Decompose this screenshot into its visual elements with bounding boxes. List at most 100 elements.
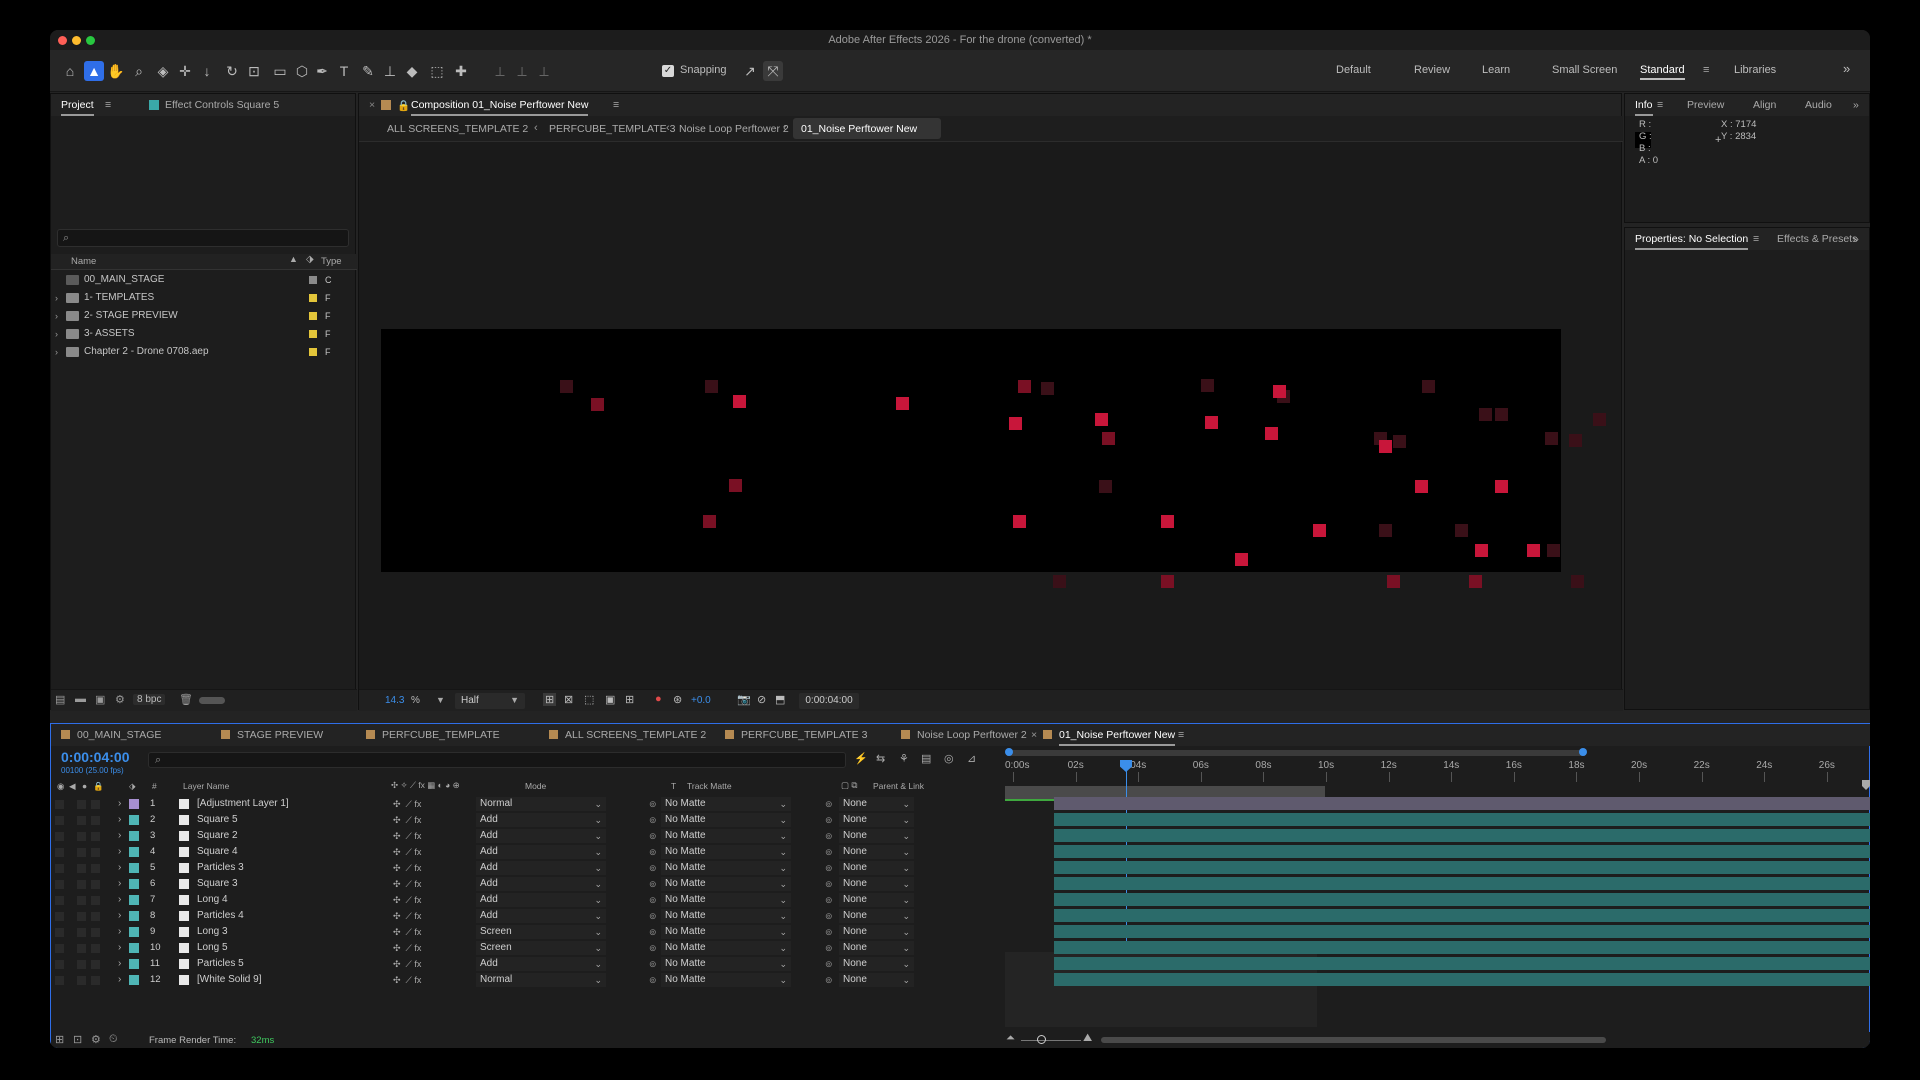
label-tag-icon[interactable]: ⬗ <box>306 254 314 265</box>
layer-duration-bar[interactable] <box>1054 797 1870 810</box>
tab-effect-controls[interactable]: Effect Controls Square 5 <box>165 99 279 111</box>
pan-camera-icon[interactable]: ✛ <box>175 61 195 81</box>
lock-toggle[interactable] <box>91 864 100 873</box>
video-toggle[interactable] <box>55 832 64 841</box>
zoom-tool-icon[interactable]: ⌕ <box>129 61 149 81</box>
expand-chevron-icon[interactable]: › <box>118 940 121 956</box>
graph-editor-icon[interactable]: ⊿ <box>967 752 976 765</box>
mode-select[interactable]: Normal ⌄ <box>476 973 606 987</box>
label-color-icon[interactable] <box>309 312 317 320</box>
zoom-in-icon[interactable]: ⛰ <box>1083 1032 1092 1045</box>
layer-switches-icon[interactable]: ✣ ⟋ fx <box>393 940 421 956</box>
lock-toggle[interactable] <box>91 880 100 889</box>
info-menu-icon[interactable]: ≡ <box>1657 99 1663 111</box>
panel-menu-icon[interactable]: ≡ <box>105 99 111 111</box>
tab-project[interactable]: Project <box>61 99 94 116</box>
label-color-icon[interactable] <box>129 799 139 809</box>
expand-chevron-icon[interactable]: › <box>118 892 121 908</box>
comp-end-marker[interactable] <box>1862 780 1870 790</box>
selection-tool-icon[interactable]: ▲ <box>84 61 104 81</box>
matte-link-icon[interactable]: ⊚ <box>649 876 657 892</box>
solo-icon[interactable]: ● <box>82 781 87 791</box>
video-toggle[interactable] <box>55 928 64 937</box>
parent-select[interactable]: None ⌄ <box>839 893 914 907</box>
mode-select[interactable]: Add ⌄ <box>476 909 606 923</box>
workspace-small-screen[interactable]: Small Screen <box>1552 64 1617 76</box>
workspace-default[interactable]: Default <box>1336 64 1371 76</box>
matte-link-icon[interactable]: ⊚ <box>649 972 657 988</box>
layer-switches-toggle-icon[interactable]: ⊞ <box>55 1033 64 1046</box>
layer-row[interactable]: › 6 Square 3 ✣ ⟋ fx Add ⌄ ⊚ No Matte ⌄ ⊚ None ⌄ <box>51 876 991 892</box>
layer-search-input[interactable]: ⌕ <box>148 752 846 768</box>
layer-name[interactable]: Long 5 <box>197 940 228 956</box>
video-toggle[interactable] <box>55 848 64 857</box>
layer-row[interactable]: › 3 Square 2 ✣ ⟋ fx Add ⌄ ⊚ No Matte ⌄ ⊚ None ⌄ <box>51 828 991 844</box>
expand-chevron-icon[interactable]: › <box>118 860 121 876</box>
lock-toggle[interactable] <box>91 912 100 921</box>
lock-toggle[interactable] <box>91 816 100 825</box>
layer-duration-bar[interactable] <box>1054 877 1870 890</box>
layer-switches-icon[interactable]: ✣ ⟋ fx <box>393 892 421 908</box>
layer-switches-icon[interactable]: ✣ ⟋ fx <box>393 876 421 892</box>
pick-whip-icon[interactable]: ⊚ <box>825 844 833 860</box>
axis-local-icon[interactable]: ⟂ <box>490 61 510 81</box>
layer-row[interactable]: › 5 Particles 3 ✣ ⟋ fx Add ⌄ ⊚ No Matte ⌄ ⊚ None ⌄ <box>51 860 991 876</box>
cube-tool-icon[interactable]: ⬡ <box>292 61 312 81</box>
timeline-tab[interactable]: PERFCUBE_TEMPLATE 3 <box>741 729 867 741</box>
mode-select[interactable]: Screen ⌄ <box>476 941 606 955</box>
render-time-toggle-icon[interactable]: ⏲ <box>109 1033 118 1046</box>
exposure-value[interactable]: +0.0 <box>691 695 711 706</box>
layer-duration-bar[interactable] <box>1054 973 1870 986</box>
lock-toggle[interactable] <box>91 976 100 985</box>
lock-toggle[interactable] <box>91 800 100 809</box>
solo-toggle[interactable] <box>77 864 86 873</box>
video-toggle[interactable] <box>55 896 64 905</box>
solo-toggle[interactable] <box>77 832 86 841</box>
properties-menu-icon[interactable]: ≡ <box>1753 233 1759 245</box>
parent-select[interactable]: None ⌄ <box>839 813 914 827</box>
more-panels-icon[interactable]: » <box>1853 233 1859 245</box>
lock-icon[interactable]: 🔒 <box>397 99 410 112</box>
expand-chevron-icon[interactable]: › <box>118 796 121 812</box>
zoom-out-icon[interactable]: ⏶ <box>1006 1032 1015 1045</box>
parent-select[interactable]: None ⌄ <box>839 861 914 875</box>
timeline-tab[interactable]: STAGE PREVIEW <box>237 729 323 741</box>
project-item[interactable]: › 3- ASSETS F <box>51 326 355 342</box>
workspace-libraries[interactable]: Libraries <box>1734 64 1776 76</box>
tab-properties[interactable]: Properties: No Selection <box>1635 233 1749 250</box>
solo-toggle[interactable] <box>77 960 86 969</box>
track-matte-select[interactable]: No Matte ⌄ <box>661 829 791 843</box>
layer-name[interactable]: Square 2 <box>197 828 238 844</box>
track-matte-select[interactable]: No Matte ⌄ <box>661 861 791 875</box>
switches-icon[interactable]: ✣ ✧ ⟋ fx ▦ ◐ ◕ ⊕ <box>391 780 460 791</box>
snap-options-icon[interactable]: ↗ <box>740 61 760 81</box>
label-color-icon[interactable] <box>309 294 317 302</box>
mode-select[interactable]: Normal ⌄ <box>476 797 606 811</box>
zoom-value[interactable]: 14.3 <box>385 695 404 706</box>
matte-link-icon[interactable]: ⊚ <box>649 956 657 972</box>
layer-switches-icon[interactable]: ✣ ⟋ fx <box>393 828 421 844</box>
matte-link-icon[interactable]: ⊚ <box>649 940 657 956</box>
layer-row[interactable]: › 11 Particles 5 ✣ ⟋ fx Add ⌄ ⊚ No Matte ⌄ ⊚ None ⌄ <box>51 956 991 972</box>
layer-switches-icon[interactable]: ✣ ⟋ fx <box>393 860 421 876</box>
layer-name[interactable]: Particles 5 <box>197 956 244 972</box>
breadcrumb-1[interactable]: ALL SCREENS_TEMPLATE 2 <box>387 123 528 135</box>
parent-select[interactable]: None ⌄ <box>839 797 914 811</box>
roto-brush-icon[interactable]: ⬚ <box>427 61 447 81</box>
label-color-icon[interactable] <box>129 831 139 841</box>
track-matte-select[interactable]: No Matte ⌄ <box>661 845 791 859</box>
layer-name[interactable]: Square 4 <box>197 844 238 860</box>
mode-select[interactable]: Add ⌄ <box>476 893 606 907</box>
mode-select[interactable]: Add ⌄ <box>476 829 606 843</box>
type-tool-icon[interactable]: T <box>334 61 354 81</box>
draft-3d-icon[interactable]: ⚡ <box>854 752 868 765</box>
video-toggle[interactable] <box>55 816 64 825</box>
dolly-camera-icon[interactable]: ↓ <box>197 61 217 81</box>
layer-duration-bar[interactable] <box>1054 925 1870 938</box>
work-area-bar[interactable] <box>1007 750 1585 756</box>
timeline-scrollbar[interactable] <box>1101 1037 1606 1043</box>
transfer-controls-toggle-icon[interactable]: ⊡ <box>73 1033 82 1046</box>
brush-tool-icon[interactable]: ✎ <box>358 61 378 81</box>
viewer-timecode[interactable]: 0:00:04:00 <box>799 693 859 709</box>
hand-tool-icon[interactable]: ✋ <box>106 61 126 81</box>
